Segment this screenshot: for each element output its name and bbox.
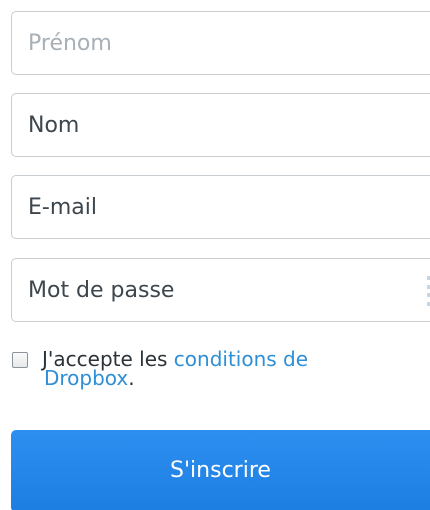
terms-link-dropbox[interactable]: Dropbox xyxy=(44,366,128,390)
last-name-field xyxy=(11,93,430,157)
email-field xyxy=(11,175,430,239)
terms-checkbox[interactable] xyxy=(12,352,28,368)
signup-button-label: S'inscrire xyxy=(170,458,271,483)
signup-button[interactable]: S'inscrire xyxy=(11,430,430,510)
last-name-input[interactable] xyxy=(12,94,430,156)
password-input[interactable] xyxy=(12,259,430,321)
terms-label: J'accepte les conditions de Dropbox. xyxy=(42,347,402,390)
first-name-input[interactable] xyxy=(12,12,430,74)
terms-suffix: . xyxy=(128,366,135,390)
password-field xyxy=(11,258,430,322)
terms-line-2: Dropbox. xyxy=(44,366,402,390)
terms-link[interactable]: conditions de xyxy=(174,347,308,371)
signup-form: J'accepte les conditions de Dropbox. S'i… xyxy=(0,0,430,510)
email-input[interactable] xyxy=(12,176,430,238)
password-dots-icon[interactable] xyxy=(426,276,430,306)
first-name-field xyxy=(11,11,430,75)
